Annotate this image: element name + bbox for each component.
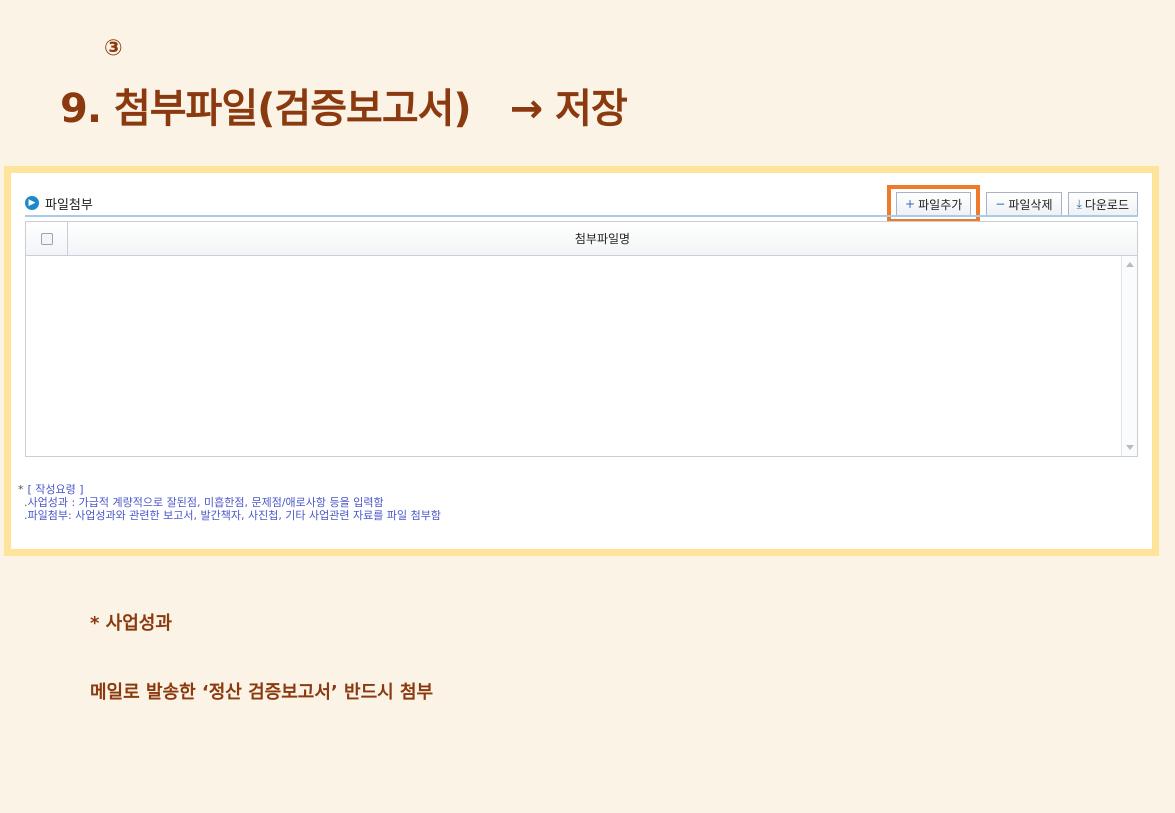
caption-business-result: * 사업성과 [90, 613, 172, 634]
add-file-button[interactable]: + 파일추가 [896, 192, 972, 216]
guide-heading: [ 작성요령 ] [27, 483, 84, 496]
column-header-filename[interactable]: 첨부파일명 [68, 222, 1137, 255]
page-title: 9. 첨부파일(검증보고서) → 저장 [60, 86, 628, 132]
screenshot-frame: ▶ 파일첨부 + 파일추가 − 파일삭제 ⤓ 다운로드 첨부파일명 * [작성… [4, 166, 1159, 556]
delete-file-label: 파일삭제 [1008, 197, 1053, 212]
plus-icon: + [905, 197, 916, 211]
file-toolbar: + 파일추가 − 파일삭제 ⤓ 다운로드 [887, 185, 1138, 223]
delete-file-button[interactable]: − 파일삭제 [986, 192, 1062, 216]
section-header: ▶ 파일첨부 [25, 193, 93, 213]
guide-line: .파일첨부: 사업성과와 관련한 보고서, 발간책자, 사진첩, 기타 사업관련… [24, 509, 441, 522]
section-title: 파일첨부 [45, 197, 93, 213]
add-file-label: 파일추가 [918, 197, 963, 212]
select-all-cell [26, 222, 68, 255]
select-all-checkbox[interactable] [40, 232, 53, 245]
header-divider [25, 215, 1138, 217]
download-label: 다운로드 [1084, 197, 1129, 212]
minus-icon: − [995, 197, 1006, 211]
highlight-box: + 파일추가 [887, 185, 981, 223]
download-button[interactable]: ⤓ 다운로드 [1067, 192, 1138, 216]
writing-guide: *[ 작성요령 ] .사업성과 : 가급적 계량적으로 잘된점, 미흡한점, 문… [18, 483, 441, 522]
caption-attach-instruction: 메일로 발송한 ‘정산 검증보고서’ 반드시 첨부 [90, 682, 434, 703]
download-icon: ⤓ [1076, 196, 1082, 211]
guide-line: .사업성과 : 가급적 계량적으로 잘된점, 미흡한점, 문제점/애로사항 등을… [24, 496, 384, 509]
asterisk-icon: * [18, 483, 24, 496]
scroll-up-icon[interactable] [1126, 262, 1134, 267]
scroll-down-icon[interactable] [1126, 445, 1134, 450]
grid-header: 첨부파일명 [26, 222, 1137, 256]
attachment-grid: 첨부파일명 [25, 221, 1138, 457]
chevron-right-circle-icon: ▶ [25, 196, 39, 210]
grid-scrollbar[interactable] [1121, 256, 1137, 456]
step-number: ③ [104, 36, 123, 61]
